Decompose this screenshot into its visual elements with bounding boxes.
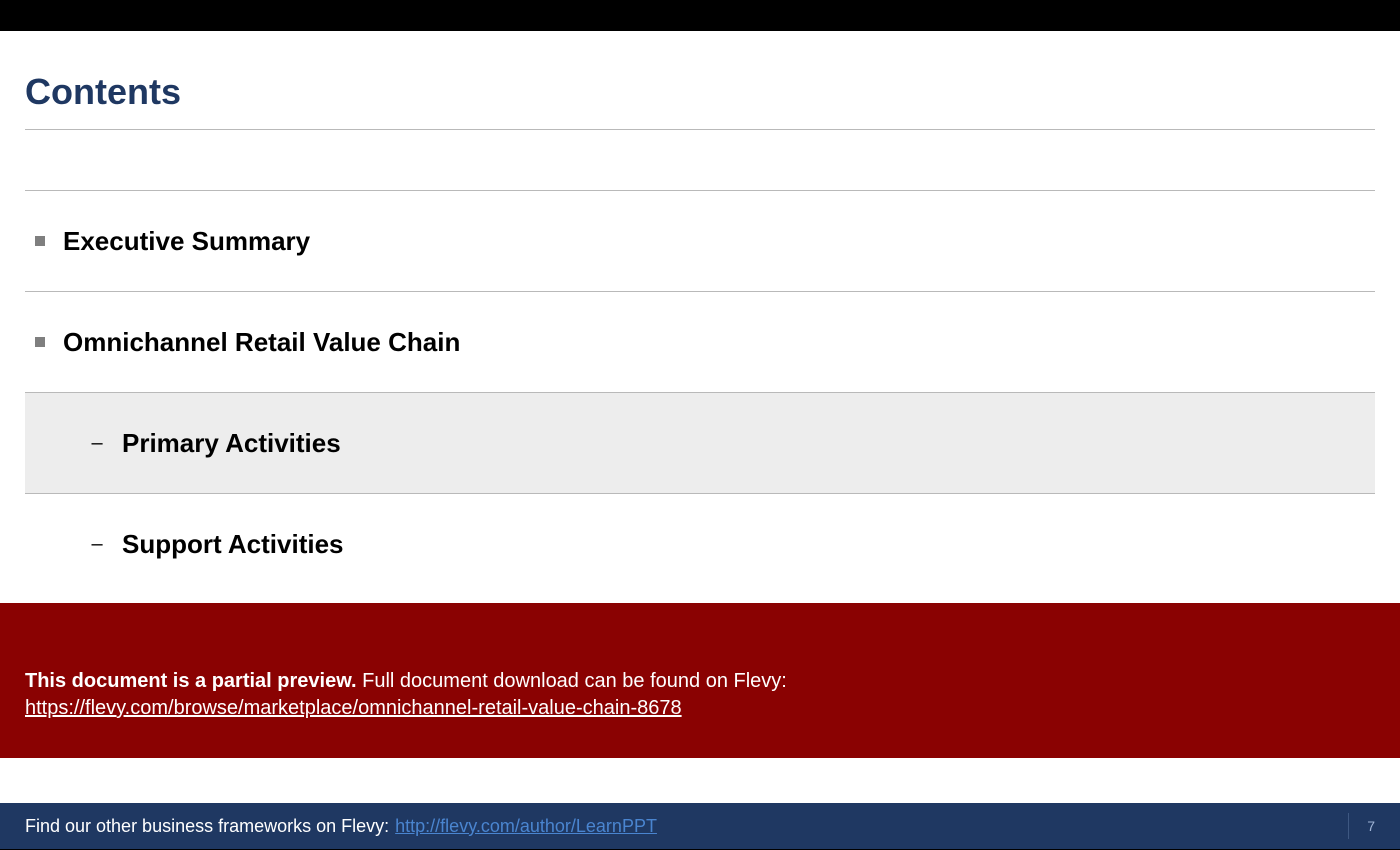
list-item: Executive Summary — [25, 191, 1375, 291]
preview-text-line: This document is a partial preview. Full… — [25, 668, 1375, 695]
top-black-bar — [0, 0, 1400, 31]
preview-rest: Full document download can be found on F… — [357, 670, 787, 692]
item-label: Executive Summary — [63, 226, 310, 257]
item-label: Support Activities — [122, 529, 344, 560]
square-bullet-icon — [35, 337, 45, 347]
footer-right: 7 — [1348, 813, 1375, 839]
preview-url-link[interactable]: https://flevy.com/browse/marketplace/omn… — [25, 697, 682, 719]
dash-bullet-icon: – — [90, 432, 104, 455]
preview-bold: This document is a partial preview. — [25, 670, 357, 692]
title-region: Contents — [0, 31, 1400, 130]
footer-text: Find our other business frameworks on Fl… — [25, 816, 389, 837]
slide-area: Contents Executive Summary Omnichannel R… — [0, 31, 1400, 594]
preview-link-line[interactable]: https://flevy.com/browse/marketplace/omn… — [25, 695, 1375, 722]
dash-bullet-icon: – — [90, 533, 104, 556]
list-item: – Support Activities — [25, 494, 1375, 594]
footer-link[interactable]: http://flevy.com/author/LearnPPT — [395, 816, 657, 837]
page-number: 7 — [1367, 818, 1375, 834]
list-item: Omnichannel Retail Value Chain — [25, 292, 1375, 392]
preview-banner: This document is a partial preview. Full… — [0, 603, 1400, 758]
square-bullet-icon — [35, 236, 45, 246]
footer-bar: Find our other business frameworks on Fl… — [0, 803, 1400, 849]
footer-divider-icon — [1348, 813, 1349, 839]
item-label: Omnichannel Retail Value Chain — [63, 327, 460, 358]
spacer-row — [25, 130, 1375, 190]
list-item-highlighted: – Primary Activities — [25, 393, 1375, 493]
item-label: Primary Activities — [122, 428, 341, 459]
page-title: Contents — [25, 71, 1375, 113]
contents-list: Executive Summary Omnichannel Retail Val… — [0, 130, 1400, 594]
